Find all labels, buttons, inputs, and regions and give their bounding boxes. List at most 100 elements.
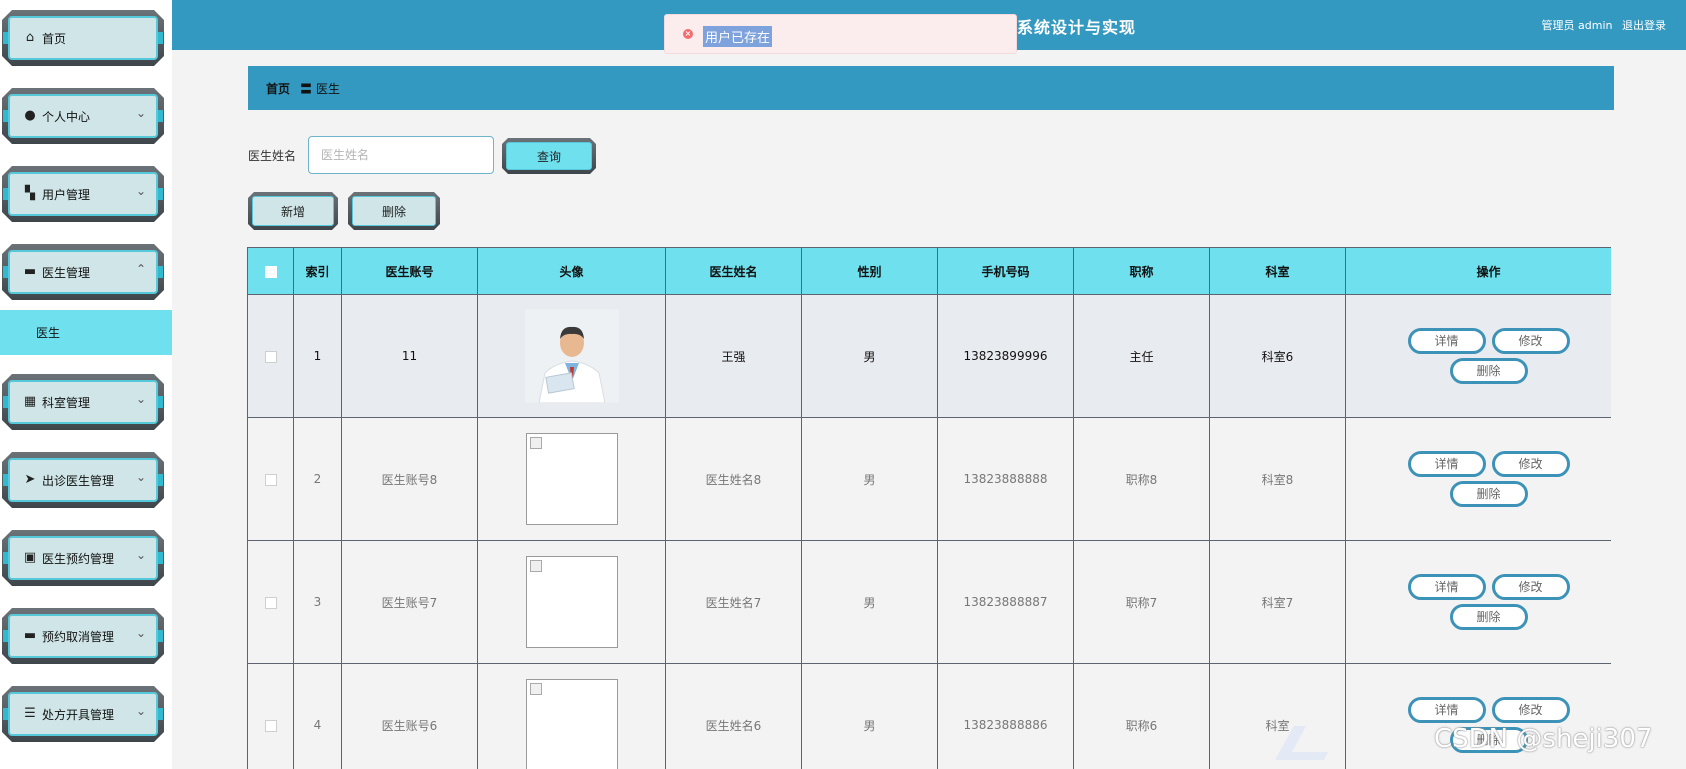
- sidebar-item-visiting-doctor-management[interactable]: ➤ 出诊医生管理 ⌄: [2, 452, 164, 508]
- row-checkbox[interactable]: [264, 596, 277, 609]
- cell-title: 职称6: [1073, 663, 1210, 769]
- cell-department: 科室7: [1209, 540, 1346, 664]
- watermark: CSDN @sheji307: [1434, 724, 1653, 754]
- column-header: 索引: [293, 247, 342, 295]
- cell-phone: 13823888887: [937, 540, 1074, 664]
- row-checkbox[interactable]: [264, 350, 277, 363]
- delete-button[interactable]: 删除: [1449, 358, 1528, 384]
- sidebar-item-home[interactable]: ⌂ 首页: [2, 10, 164, 66]
- cell-gender: 男: [801, 663, 938, 769]
- query-button[interactable]: 查询: [502, 138, 596, 174]
- cell-name: 王强: [665, 294, 802, 418]
- chevron-up-icon: ⌃: [135, 262, 146, 276]
- cell-avatar: [477, 663, 666, 769]
- table-row[interactable]: 2 医生账号8 医生姓名8 男 13823888888 职称8 科室8 详情 修改…: [247, 417, 1611, 541]
- send-icon: ➤: [24, 472, 36, 487]
- detail-button[interactable]: 详情: [1407, 328, 1486, 354]
- sidebar-subitem-doctor[interactable]: 医生: [0, 310, 172, 355]
- chevron-down-icon: ⌄: [135, 626, 146, 640]
- delete-button[interactable]: 删除: [1449, 604, 1528, 630]
- column-header: 性别: [801, 247, 938, 295]
- cell-phone: 13823888886: [937, 663, 1074, 769]
- sidebar-item-appointment-management[interactable]: ▣ 医生预约管理 ⌄: [2, 530, 164, 586]
- batch-delete-button[interactable]: 删除: [348, 192, 440, 230]
- cell-account: 11: [341, 294, 478, 418]
- add-button[interactable]: 新增: [248, 192, 338, 230]
- table-header-row: 索引 医生账号 头像 医生姓名 性别 手机号码 职称 科室 操作: [247, 247, 1611, 295]
- sidebar-item-label: 科室管理: [42, 396, 91, 410]
- sidebar-item-label: 预约取消管理: [42, 630, 115, 644]
- delete-button[interactable]: 删除: [1449, 481, 1528, 507]
- table-row[interactable]: 1 11 王强 男 13823899996 主任 科室6 详情 修改 删除: [247, 294, 1611, 418]
- csdn-logo-icon: [1276, 726, 1328, 760]
- breadcrumb-home[interactable]: 首页: [266, 80, 290, 97]
- table-row[interactable]: 4 医生账号6 医生姓名6 男 13823888886 职称6 科室 详情 修改 …: [247, 663, 1611, 769]
- edit-button[interactable]: 修改: [1491, 451, 1570, 477]
- query-button-label: 查询: [506, 142, 592, 170]
- grid-icon: ▦: [23, 394, 37, 409]
- breadcrumb-current: 医生: [316, 82, 341, 96]
- user-icon: ●: [24, 108, 36, 123]
- sidebar-item-label: 医生预约管理: [42, 552, 115, 566]
- chevron-down-icon: ⌄: [135, 106, 146, 120]
- broken-image-icon: [525, 556, 618, 648]
- list-icon: ☰: [24, 706, 36, 721]
- sidebar-item-prescription-management[interactable]: ☰ 处方开具管理 ⌄: [2, 686, 164, 742]
- chevron-down-icon: ⌄: [135, 392, 146, 406]
- sidebar-item-label: 医生管理: [42, 266, 91, 280]
- cell-phone: 13823888888: [937, 417, 1074, 541]
- cell-index: 4: [293, 663, 342, 769]
- broken-image-icon: [525, 679, 618, 769]
- column-header: 医生姓名: [665, 247, 802, 295]
- sidebar-item-label: 用户管理: [42, 188, 91, 202]
- column-header: 医生账号: [341, 247, 478, 295]
- edit-button[interactable]: 修改: [1491, 328, 1570, 354]
- edit-button[interactable]: 修改: [1491, 574, 1570, 600]
- logout-link[interactable]: 退出登录: [1622, 19, 1666, 32]
- cell-operations: 详情 修改 删除: [1345, 417, 1611, 541]
- sidebar-item-department-management[interactable]: ▦ 科室管理 ⌄: [2, 374, 164, 430]
- sidebar-item-label: 处方开具管理: [42, 708, 115, 722]
- calendar-x-icon: ▣: [23, 550, 37, 565]
- cell-phone: 13823899996: [937, 294, 1074, 418]
- cell-title: 职称8: [1073, 417, 1210, 541]
- chevron-down-icon: ⌄: [135, 548, 146, 562]
- breadcrumb: 首页 〓 医生: [248, 66, 1614, 110]
- search-input[interactable]: [308, 136, 494, 174]
- cell-operations: 详情 修改 删除: [1345, 540, 1611, 664]
- detail-button[interactable]: 详情: [1407, 574, 1486, 600]
- cell-operations: 详情 修改 删除: [1345, 294, 1611, 418]
- cell-department: 科室8: [1209, 417, 1346, 541]
- select-all-checkbox[interactable]: [264, 265, 277, 278]
- row-checkbox[interactable]: [264, 719, 277, 732]
- edit-button[interactable]: 修改: [1491, 697, 1570, 723]
- cell-gender: 男: [801, 540, 938, 664]
- message-icon: ▬: [23, 264, 37, 279]
- cell-account: 医生账号7: [341, 540, 478, 664]
- chevron-down-icon: ⌄: [135, 184, 146, 198]
- error-icon: ×: [683, 29, 693, 39]
- cell-avatar: [477, 540, 666, 664]
- sidebar-item-cancel-management[interactable]: ▬ 预约取消管理 ⌄: [2, 608, 164, 664]
- cell-name: 医生姓名8: [665, 417, 802, 541]
- sidebar-item-personal-center[interactable]: ● 个人中心 ⌄: [2, 88, 164, 144]
- cell-department: 科室6: [1209, 294, 1346, 418]
- sidebar-item-doctor-management[interactable]: ▬ 医生管理 ⌃: [2, 244, 164, 300]
- table-row[interactable]: 3 医生账号7 医生姓名7 男 13823888887 职称7 科室7 详情 修改…: [247, 540, 1611, 664]
- error-toast: × 用户已存在: [664, 14, 1017, 54]
- doctor-table: 索引 医生账号 头像 医生姓名 性别 手机号码 职称 科室 操作 1 11 王强…: [247, 247, 1611, 769]
- search-label: 医生姓名: [248, 149, 297, 163]
- row-checkbox[interactable]: [264, 473, 277, 486]
- cell-avatar: [477, 294, 666, 418]
- add-button-label: 新增: [252, 196, 334, 226]
- sidebar-item-label: 出诊医生管理: [42, 474, 115, 488]
- user-area: 管理员 admin 退出登录: [1536, 17, 1666, 33]
- sidebar-item-user-management[interactable]: ▚ 用户管理 ⌄: [2, 166, 164, 222]
- current-user: 管理员 admin: [1541, 19, 1613, 32]
- column-header: 手机号码: [937, 247, 1074, 295]
- detail-button[interactable]: 详情: [1407, 451, 1486, 477]
- cell-gender: 男: [801, 417, 938, 541]
- cell-name: 医生姓名6: [665, 663, 802, 769]
- sidebar-item-label: 个人中心: [42, 110, 91, 124]
- detail-button[interactable]: 详情: [1407, 697, 1486, 723]
